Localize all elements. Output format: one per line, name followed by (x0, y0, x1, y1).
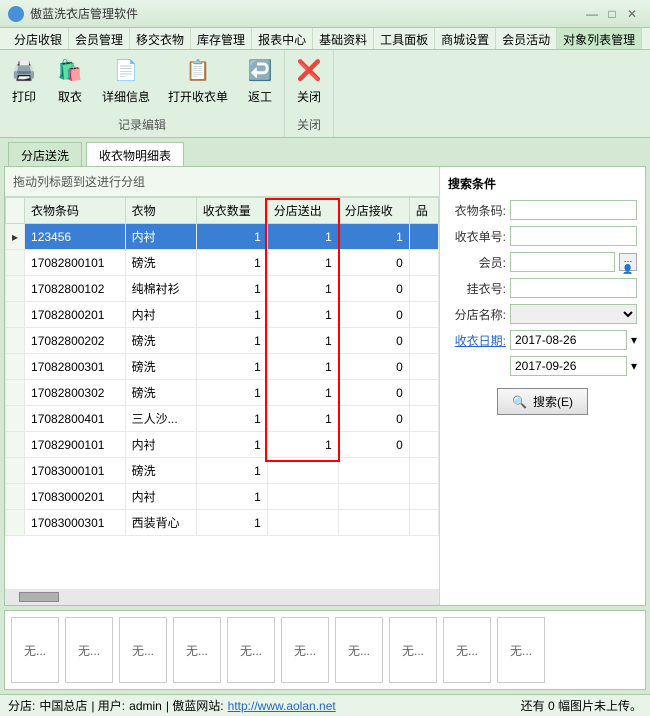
status-branch: 中国总店 (39, 697, 87, 714)
thumbnail-strip: 无...无...无...无...无...无...无...无...无...无... (4, 610, 646, 690)
table-row[interactable]: ▸123456内衬111 (6, 224, 439, 250)
table-row[interactable]: 17082900101内衬110 (6, 432, 439, 458)
ribbon-group-close: ❌关闭 关闭 (285, 50, 334, 137)
ribbon-button[interactable]: 🖨️打印 (6, 54, 42, 114)
dropdown-icon[interactable]: ▾ (631, 333, 637, 347)
menu-item[interactable]: 对象列表管理 (557, 28, 642, 49)
table-row[interactable]: 17083000101磅洗1 (6, 458, 439, 484)
menu-item[interactable]: 商城设置 (435, 28, 496, 49)
thumbnail[interactable]: 无... (443, 617, 491, 683)
thumbnail[interactable]: 无... (281, 617, 329, 683)
dropdown-icon[interactable]: ▾ (631, 359, 637, 373)
ribbon-button[interactable]: 🛍️取衣 (52, 54, 88, 114)
thumbnail[interactable]: 无... (497, 617, 545, 683)
horizontal-scrollbar[interactable] (5, 589, 439, 605)
thumbnail[interactable]: 无... (119, 617, 167, 683)
statusbar: 分店: 中国总店 | 用户: admin | 傲蓝网站: http://www.… (0, 694, 650, 716)
search-panel: 搜索条件 衣物条码: 收衣单号: 会员:…👤 挂衣号: 分店名称: 收衣日期:▾… (440, 167, 645, 605)
table-row[interactable]: 17082800102纯棉衬衫110 (6, 276, 439, 302)
ribbon-button[interactable]: ❌关闭 (291, 54, 327, 114)
receipt-input[interactable] (510, 226, 637, 246)
menu-item[interactable]: 移交衣物 (130, 28, 191, 49)
menu-item[interactable]: 会员活动 (496, 28, 557, 49)
thumbnail[interactable]: 无... (227, 617, 275, 683)
column-header[interactable]: 分店送出 (267, 198, 338, 224)
ribbon-group-record-edit: 🖨️打印🛍️取衣📄详细信息📋打开收衣单↩️返工 记录编辑 (0, 50, 285, 137)
menu-item[interactable]: 库存管理 (191, 28, 252, 49)
barcode-input[interactable] (510, 200, 637, 220)
取衣-icon: 🛍️ (56, 56, 84, 84)
thumbnail[interactable]: 无... (335, 617, 383, 683)
branch-select[interactable] (510, 304, 637, 324)
thumbnail[interactable]: 无... (11, 617, 59, 683)
table-container[interactable]: 衣物条码衣物收衣数量分店送出分店接收品 ▸123456内衬11117082800… (5, 197, 439, 589)
table-row[interactable]: 17082800401三人沙...110 (6, 406, 439, 432)
app-title: 傲蓝洗衣店管理软件 (30, 5, 582, 22)
ribbon-button[interactable]: 📋打开收衣单 (164, 54, 232, 114)
column-header[interactable]: 分店接收 (338, 198, 409, 224)
table-row[interactable]: 17082800202磅洗110 (6, 328, 439, 354)
menu-item[interactable]: 报表中心 (252, 28, 313, 49)
thumbnail[interactable]: 无... (65, 617, 113, 683)
date-from-input[interactable] (510, 330, 627, 350)
website-link[interactable]: http://www.aolan.net (228, 699, 336, 713)
ribbon-button[interactable]: 📄详细信息 (98, 54, 154, 114)
返工-icon: ↩️ (246, 56, 274, 84)
titlebar: 傲蓝洗衣店管理软件 — □ ✕ (0, 0, 650, 28)
column-header[interactable]: 衣物条码 (25, 198, 126, 224)
ribbon: 🖨️打印🛍️取衣📄详细信息📋打开收衣单↩️返工 记录编辑 ❌关闭 关闭 (0, 50, 650, 138)
data-table: 衣物条码衣物收衣数量分店送出分店接收品 ▸123456内衬11117082800… (5, 197, 439, 536)
search-icon: 🔍 (512, 395, 527, 409)
upload-status: 还有 0 幅图片未上传。 (521, 697, 642, 714)
column-header[interactable]: 品 (409, 198, 438, 224)
group-by-bar[interactable]: 拖动列标题到这进行分组 (5, 167, 439, 197)
table-row[interactable]: 17082800302磅洗110 (6, 380, 439, 406)
打开收衣单-icon: 📋 (184, 56, 212, 84)
table-row[interactable]: 17082800301磅洗110 (6, 354, 439, 380)
详细信息-icon: 📄 (112, 56, 140, 84)
maximize-button[interactable]: □ (602, 7, 622, 21)
content-tabs: 分店送洗收衣物明细表 (0, 142, 650, 166)
date-label-link[interactable]: 收衣日期: (448, 332, 506, 349)
minimize-button[interactable]: — (582, 7, 602, 21)
menubar: 分店收银会员管理移交衣物库存管理报表中心基础资料工具面板商城设置会员活动对象列表… (0, 28, 650, 50)
app-logo (8, 6, 24, 22)
column-header[interactable]: 收衣数量 (196, 198, 267, 224)
menu-item[interactable]: 会员管理 (69, 28, 130, 49)
tab[interactable]: 收衣物明细表 (86, 142, 184, 166)
member-lookup-button[interactable]: …👤 (619, 253, 637, 271)
table-row[interactable]: 17082800101磅洗110 (6, 250, 439, 276)
menu-item[interactable]: 分店收银 (8, 28, 69, 49)
main-panel: 拖动列标题到这进行分组 衣物条码衣物收衣数量分店送出分店接收品 ▸123456内… (4, 166, 646, 606)
hanger-input[interactable] (510, 278, 637, 298)
关闭-icon: ❌ (295, 56, 323, 84)
table-row[interactable]: 17083000201内衬1 (6, 484, 439, 510)
grid-area: 拖动列标题到这进行分组 衣物条码衣物收衣数量分店送出分店接收品 ▸123456内… (5, 167, 440, 605)
table-row[interactable]: 17083000301西装背心1 (6, 510, 439, 536)
search-title: 搜索条件 (448, 175, 637, 192)
tab[interactable]: 分店送洗 (8, 142, 82, 166)
thumbnail[interactable]: 无... (173, 617, 221, 683)
search-button[interactable]: 🔍搜索(E) (497, 388, 588, 415)
close-window-button[interactable]: ✕ (622, 7, 642, 21)
table-row[interactable]: 17082800201内衬110 (6, 302, 439, 328)
date-to-input[interactable] (510, 356, 627, 376)
column-header[interactable]: 衣物 (125, 198, 196, 224)
member-input[interactable] (510, 252, 615, 272)
menu-item[interactable]: 工具面板 (374, 28, 435, 49)
menu-item[interactable]: 基础资料 (313, 28, 374, 49)
ribbon-button[interactable]: ↩️返工 (242, 54, 278, 114)
status-user: admin (129, 699, 162, 713)
打印-icon: 🖨️ (10, 56, 38, 84)
thumbnail[interactable]: 无... (389, 617, 437, 683)
